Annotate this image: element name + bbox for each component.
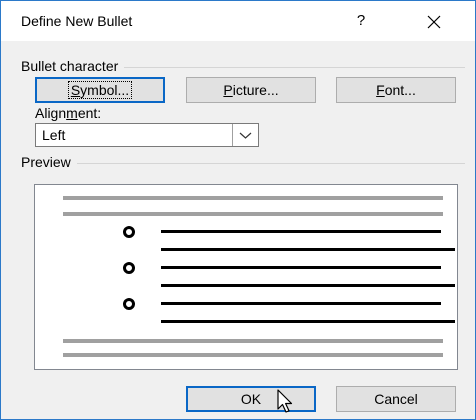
define-new-bullet-dialog: Define New Bullet ? Bullet character Sym… [0,0,476,420]
dialog-title: Define New Bullet [21,13,133,29]
close-icon [427,15,441,29]
alignment-selected-value: Left [42,127,66,143]
symbol-button[interactable]: Symbol... [35,77,165,103]
preview-text-line [161,248,455,251]
preview-bullet-symbol [123,226,135,238]
preview-placeholder-line [63,212,443,216]
preview-placeholder-line [63,353,443,357]
alignment-select[interactable]: Left [35,123,259,147]
cancel-button[interactable]: Cancel [336,386,456,412]
bullet-preview-pane [34,184,458,370]
chevron-down-icon [239,132,252,139]
preview-placeholder-line [63,196,443,200]
bullet-character-group-label: Bullet character [21,58,125,74]
picture-button[interactable]: Picture... [186,77,316,103]
mouse-cursor-icon [277,389,293,413]
font-button[interactable]: Font... [336,77,456,103]
preview-bullet-symbol [123,262,135,274]
title-bar: Define New Bullet ? [1,1,475,41]
preview-text-line [161,320,455,323]
preview-group-label: Preview [21,154,77,170]
alignment-dropdown-button[interactable] [232,124,258,146]
close-button[interactable] [419,7,449,35]
preview-text-line [161,266,441,269]
preview-placeholder-line [63,339,443,343]
preview-text-line [161,230,441,233]
preview-text-line [161,302,441,305]
help-button[interactable]: ? [349,10,373,32]
ok-button[interactable]: OK [186,386,316,412]
preview-text-line [161,284,455,287]
alignment-label: Alignment: [35,105,102,121]
preview-divider [21,163,465,164]
preview-bullet-symbol [123,298,135,310]
